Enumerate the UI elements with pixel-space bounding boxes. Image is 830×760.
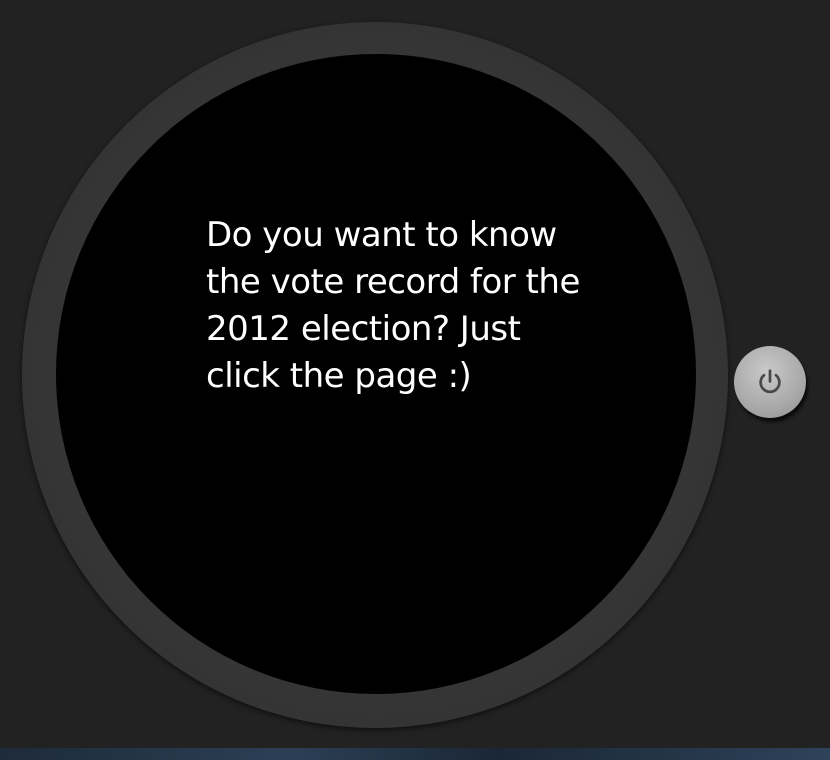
screen: Do you want to know the vote record for …: [0, 0, 830, 760]
power-icon: [759, 369, 781, 394]
background-strip: [0, 748, 830, 760]
power-button[interactable]: [734, 346, 806, 418]
watch-message: Do you want to know the vote record for …: [206, 215, 580, 396]
